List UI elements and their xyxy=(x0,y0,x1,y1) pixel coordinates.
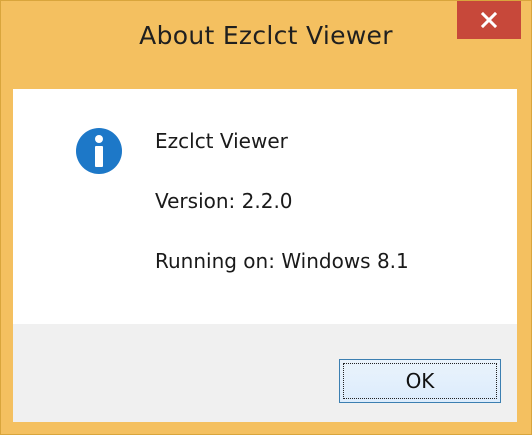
dialog-content: Ezclct Viewer Version: 2.2.0 Running on:… xyxy=(13,89,517,324)
dialog-title: About Ezclct Viewer xyxy=(139,21,393,50)
app-name-text: Ezclct Viewer xyxy=(155,129,288,153)
version-text: Version: 2.2.0 xyxy=(155,189,293,213)
ok-button-label: OK xyxy=(405,369,435,393)
ok-button[interactable]: OK xyxy=(339,359,501,403)
button-bar: OK xyxy=(13,324,517,422)
close-button[interactable] xyxy=(457,1,521,39)
info-icon xyxy=(75,127,123,175)
about-dialog: About Ezclct Viewer Ezclct Viewer Versio… xyxy=(0,0,532,435)
close-icon xyxy=(481,12,497,28)
platform-text: Running on: Windows 8.1 xyxy=(155,249,409,273)
title-bar[interactable]: About Ezclct Viewer xyxy=(1,1,531,89)
